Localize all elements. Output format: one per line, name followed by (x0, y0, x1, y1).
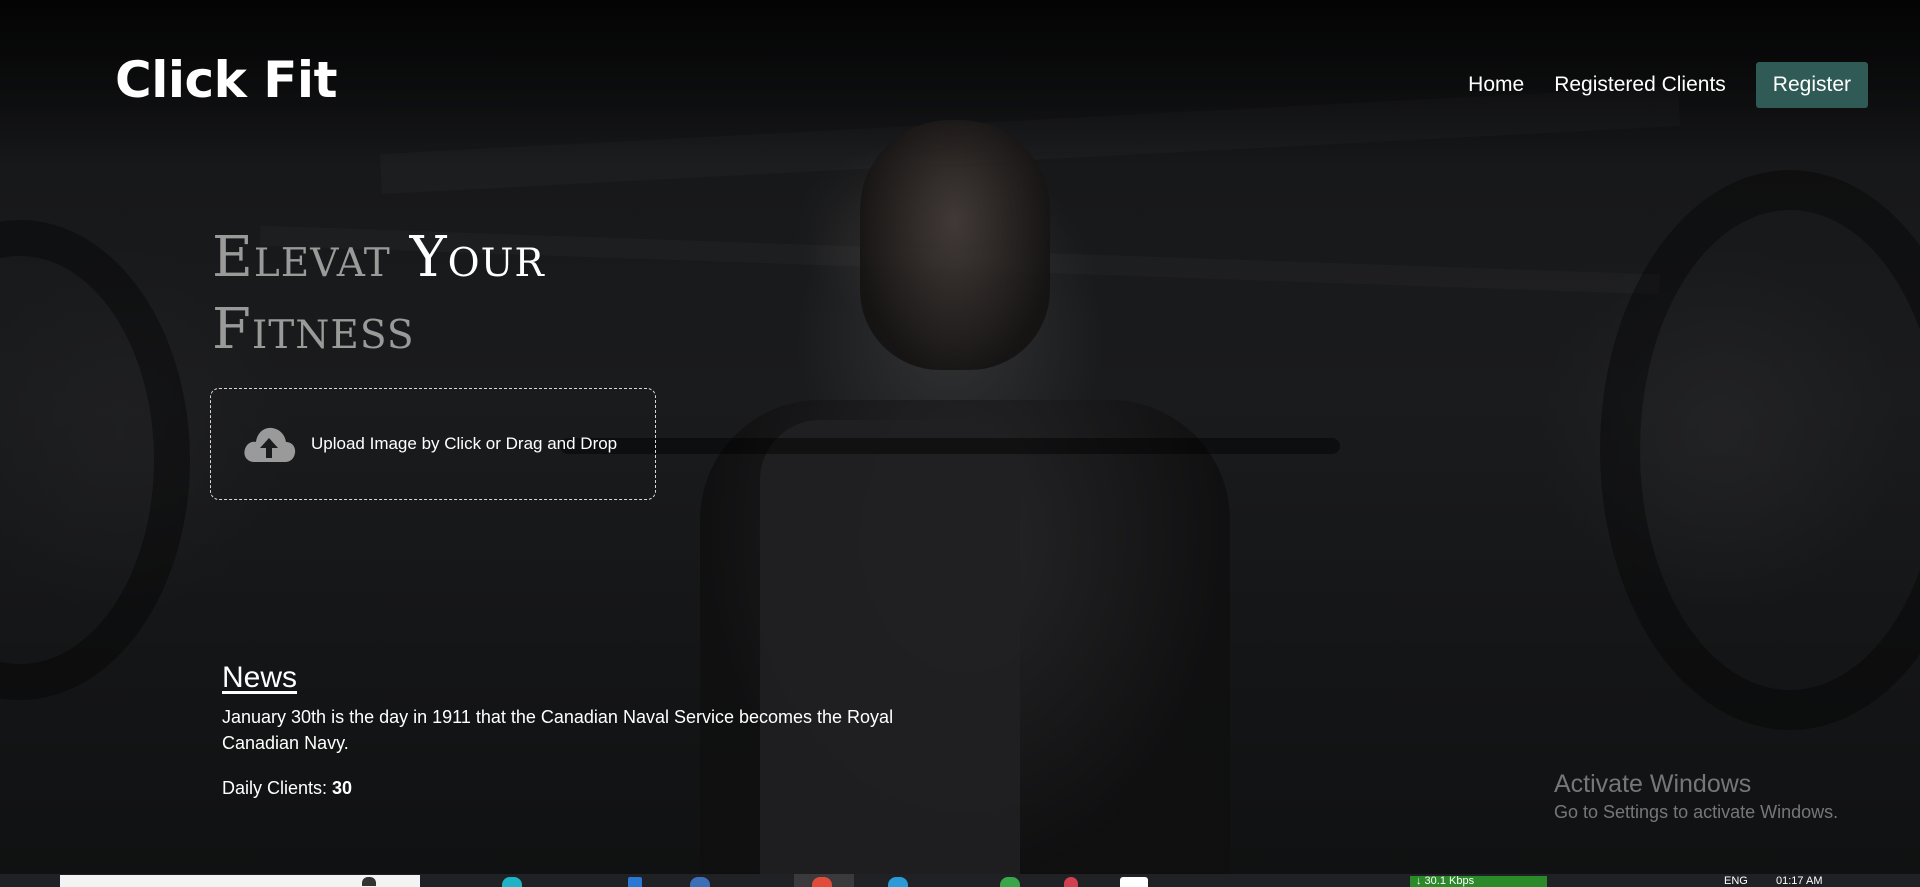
taskbar-search-icon (362, 877, 376, 886)
athlete-shirt (760, 420, 1020, 880)
language-indicator[interactable]: ENG (1724, 876, 1748, 887)
register-button[interactable]: Register (1755, 62, 1868, 108)
news-text: January 30th is the day in 1911 that the… (222, 707, 894, 753)
main-nav: Home Registered Clients Register (1468, 62, 1868, 108)
taskbar-app-icon[interactable] (690, 877, 710, 887)
taskbar-app-icon[interactable] (1120, 877, 1148, 887)
news-section: News January 30th is the day in 1911 tha… (222, 660, 922, 799)
taskbar-app-icon[interactable] (502, 877, 522, 887)
hero-word-elevat: Elevat (212, 225, 391, 290)
taskbar-app-icon[interactable] (888, 877, 908, 887)
weight-plate-left (0, 220, 190, 700)
cloud-upload-icon (241, 422, 297, 466)
site-logo[interactable]: Click Fit (115, 50, 337, 110)
daily-clients-count: 30 (332, 778, 353, 798)
network-speed-indicator: ↓ 30.1 Kbps (1410, 876, 1547, 887)
upload-label: Upload Image by Click or Drag and Drop (311, 434, 618, 453)
taskbar-clock[interactable]: 01:17 AM (1776, 876, 1822, 887)
daily-clients: Daily Clients: 30 (222, 778, 922, 799)
barbell (560, 438, 1340, 454)
windows-taskbar: ↓ 30.1 Kbps ENG 01:17 AM (0, 874, 1920, 887)
activate-windows-title: Activate Windows (1554, 770, 1752, 798)
hero-word-fitness: Fitness (212, 297, 415, 362)
nav-home-link[interactable]: Home (1468, 62, 1524, 108)
image-upload-dropzone[interactable]: Upload Image by Click or Drag and Drop (210, 388, 656, 500)
news-heading: News (222, 661, 298, 694)
activate-windows-subtitle: Go to Settings to activate Windows. (1554, 802, 1839, 822)
hero-word-your: Your (409, 225, 545, 290)
daily-clients-label: Daily Clients: (222, 778, 328, 798)
taskbar-app-icon[interactable] (1000, 877, 1020, 887)
hero-title: Elevat Your Fitness (212, 222, 545, 366)
site-header: Click Fit Home Registered Clients Regist… (0, 0, 1920, 170)
taskbar-app-icon[interactable] (1064, 877, 1078, 887)
weight-plate-right (1600, 170, 1920, 730)
hero-title-line-1: Elevat Your (212, 222, 545, 294)
taskbar-app-icon[interactable] (628, 877, 642, 887)
activate-windows-watermark: Activate Windows Go to Settings to activ… (1554, 768, 1838, 824)
nav-registered-clients-link[interactable]: Registered Clients (1554, 62, 1726, 108)
chrome-icon[interactable] (812, 877, 832, 887)
page: Click Fit Home Registered Clients Regist… (0, 0, 1920, 887)
